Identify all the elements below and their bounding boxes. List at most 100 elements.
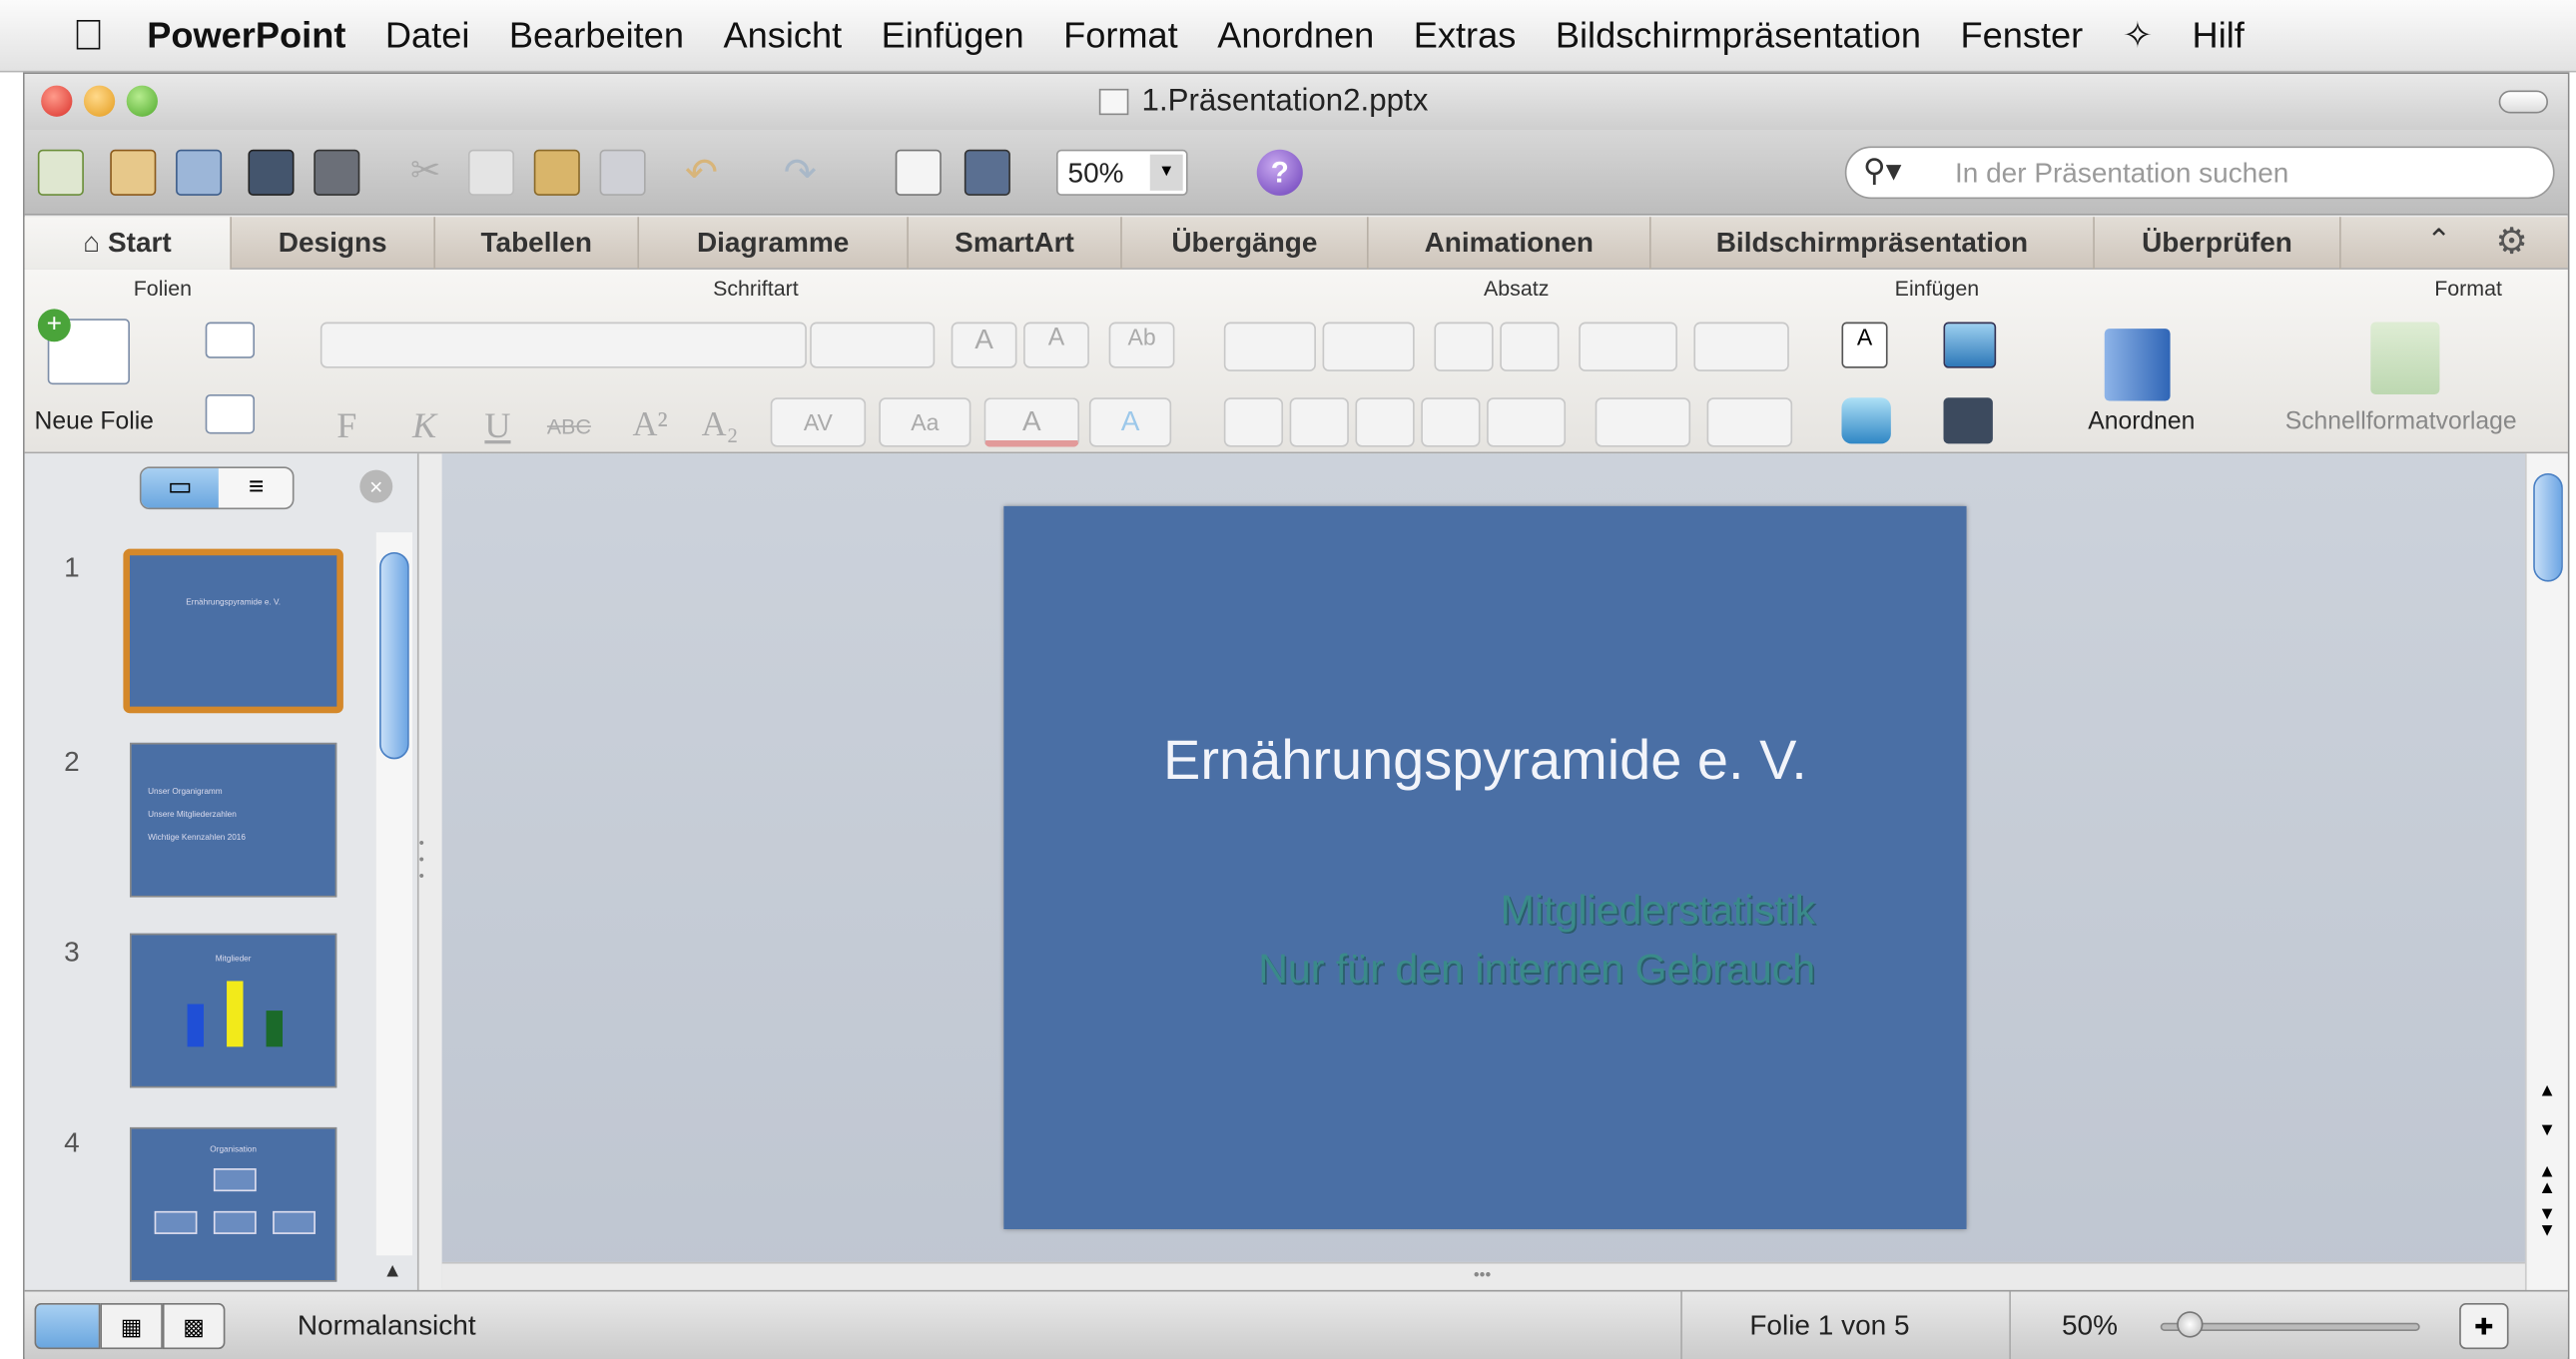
slide-thumbnail-1[interactable]: Ernährungspyramide e. V. (123, 548, 343, 714)
align-left-button[interactable] (1223, 397, 1284, 447)
tab-animationen[interactable]: Animationen (1369, 217, 1651, 270)
scroll-up-arrow-icon[interactable]: ▲ (2538, 1081, 2556, 1101)
menu-bearbeiten[interactable]: Bearbeiten (509, 14, 684, 57)
fit-to-window-icon[interactable]: ✚ (2459, 1303, 2509, 1350)
new-slide-label[interactable]: Neue Folie (35, 407, 154, 435)
highlight-button[interactable]: A (1088, 397, 1172, 447)
normal-view-button[interactable] (34, 1303, 101, 1350)
redo-icon[interactable]: ↷ (777, 150, 823, 195)
copy-icon[interactable] (467, 149, 515, 196)
slides-view-icon[interactable]: ▭ (141, 468, 219, 508)
align-right-button[interactable] (1355, 397, 1415, 447)
menu-hilfe[interactable]: Hilf (2193, 14, 2245, 57)
view-toggle[interactable]: ▭ ≡ (139, 466, 295, 510)
bold-button[interactable]: F (336, 404, 356, 447)
arrange-label[interactable]: Anordnen (2088, 407, 2195, 435)
slide-title[interactable]: Ernährungspyramide e. V. (1003, 730, 1966, 794)
gear-icon[interactable]: ⚙ (2495, 221, 2527, 264)
menu-bildschirmpraesentation[interactable]: Bildschirmpräsentation (1556, 14, 1921, 57)
pane-scrollbar[interactable] (375, 532, 412, 1256)
tab-uebergaenge[interactable]: Übergänge (1122, 217, 1369, 270)
section-icon[interactable] (205, 393, 256, 434)
char-spacing-button[interactable]: AV (770, 397, 867, 447)
slide-thumbnail-2[interactable]: Unser Organigramm Unsere Mitgliederzahle… (129, 742, 337, 898)
save-icon[interactable] (248, 149, 295, 196)
menu-extras[interactable]: Extras (1414, 14, 1517, 57)
line-spacing-button[interactable] (1579, 322, 1677, 371)
scroll-down-arrow-icon[interactable]: ▼ (2538, 1120, 2556, 1140)
strikethrough-button[interactable]: ABC (547, 414, 591, 439)
align-center-button[interactable] (1289, 397, 1349, 447)
align-text-button[interactable] (1706, 397, 1793, 447)
tab-tabellen[interactable]: Tabellen (435, 217, 640, 270)
italic-button[interactable]: K (412, 404, 436, 447)
slide-subtitle-1[interactable]: Mitgliederstatistik (1501, 888, 1815, 936)
cut-icon[interactable]: ✂ (402, 150, 448, 196)
menu-format[interactable]: Format (1063, 14, 1178, 57)
slide-layout-icon[interactable] (895, 149, 942, 196)
shrink-font-button[interactable]: A (1023, 322, 1089, 368)
zoom-select[interactable]: 50% ▼ (1055, 149, 1188, 196)
picture-icon[interactable] (1943, 322, 1997, 368)
grow-font-button[interactable]: A (951, 322, 1017, 368)
apple-icon[interactable]:  (72, 10, 104, 61)
tab-designs[interactable]: Designs (232, 217, 436, 270)
underline-button[interactable]: U (484, 404, 510, 447)
collapse-ribbon-icon[interactable]: ⌃ (2426, 224, 2451, 259)
menu-ansicht[interactable]: Ansicht (723, 14, 842, 57)
tab-ueberpruefen[interactable]: Überprüfen (2095, 217, 2341, 270)
slide-sorter-button[interactable]: ▦ (100, 1303, 163, 1350)
shape-icon[interactable] (1841, 397, 1891, 444)
layout-icon[interactable] (205, 322, 256, 358)
close-button[interactable] (41, 85, 73, 117)
current-slide[interactable]: Ernährungspyramide e. V. Mitgliederstati… (1003, 505, 1967, 1229)
numbering-button[interactable] (1322, 322, 1415, 371)
new-icon[interactable] (37, 149, 84, 196)
slide-thumbnail-3[interactable]: Mitglieder (129, 933, 337, 1088)
print-icon[interactable] (314, 149, 360, 196)
paste-icon[interactable] (533, 149, 580, 196)
scroll-up-arrow-icon[interactable]: ▲ (382, 1259, 402, 1282)
open-icon[interactable] (176, 149, 223, 196)
previous-slide-icon[interactable]: ▲ ▲ (2538, 1162, 2556, 1197)
tab-bildschirmpraesentation[interactable]: Bildschirmpräsentation (1651, 217, 2095, 270)
minimize-button[interactable] (83, 85, 116, 117)
tab-diagramme[interactable]: Diagramme (639, 217, 909, 270)
format-painter-icon[interactable] (599, 149, 646, 196)
distribute-button[interactable] (1487, 397, 1567, 447)
menu-fenster[interactable]: Fenster (1961, 14, 2084, 57)
menu-datei[interactable]: Datei (385, 14, 470, 57)
outline-view-icon[interactable]: ≡ (219, 468, 293, 507)
menu-app[interactable]: PowerPoint (147, 14, 345, 57)
zoom-button[interactable] (126, 85, 158, 117)
search-field[interactable]: ⚲▾ In der Präsentation suchen (1844, 146, 2555, 200)
canvas-scroll-thumb[interactable] (2533, 472, 2563, 582)
font-color-button[interactable]: A (983, 397, 1080, 447)
menu-anordnen[interactable]: Anordnen (1217, 14, 1374, 57)
quick-styles-icon[interactable] (2370, 322, 2440, 394)
tab-start[interactable]: ⌂ Start (24, 217, 233, 270)
slideshow-icon[interactable] (964, 149, 1010, 196)
toolbar-toggle-button[interactable] (2498, 90, 2549, 114)
splitter-handle[interactable]: • • • (419, 835, 432, 901)
tab-smartart[interactable]: SmartArt (909, 217, 1122, 270)
increase-indent-button[interactable] (1500, 322, 1560, 371)
font-name-select[interactable] (320, 322, 807, 368)
slideshow-view-button[interactable]: ▩ (162, 1303, 226, 1350)
quick-styles-label[interactable]: Schnellformatvorlage (2285, 407, 2568, 435)
decrease-indent-button[interactable] (1434, 322, 1494, 371)
media-icon[interactable] (1943, 397, 1993, 444)
text-direction-button[interactable] (1595, 397, 1691, 447)
slide-subtitle-2[interactable]: Nur für den internen Gebrauch (1258, 947, 1815, 995)
canvas-scrollbar[interactable]: ▲ ▼ ▲ ▲ ▼ ▼ (2524, 453, 2568, 1299)
clear-format-button[interactable]: Ab (1108, 322, 1175, 368)
next-slide-icon[interactable]: ▼ ▼ (2538, 1205, 2556, 1240)
font-size-select[interactable] (810, 322, 936, 368)
columns-button[interactable] (1693, 322, 1789, 371)
change-case-button[interactable]: Aa (879, 397, 971, 447)
arrange-icon[interactable] (2104, 329, 2171, 401)
justify-button[interactable] (1421, 397, 1481, 447)
subscript-button[interactable]: A₂ (702, 404, 739, 445)
close-pane-icon[interactable]: × (359, 469, 393, 503)
superscript-button[interactable]: A² (632, 404, 667, 445)
